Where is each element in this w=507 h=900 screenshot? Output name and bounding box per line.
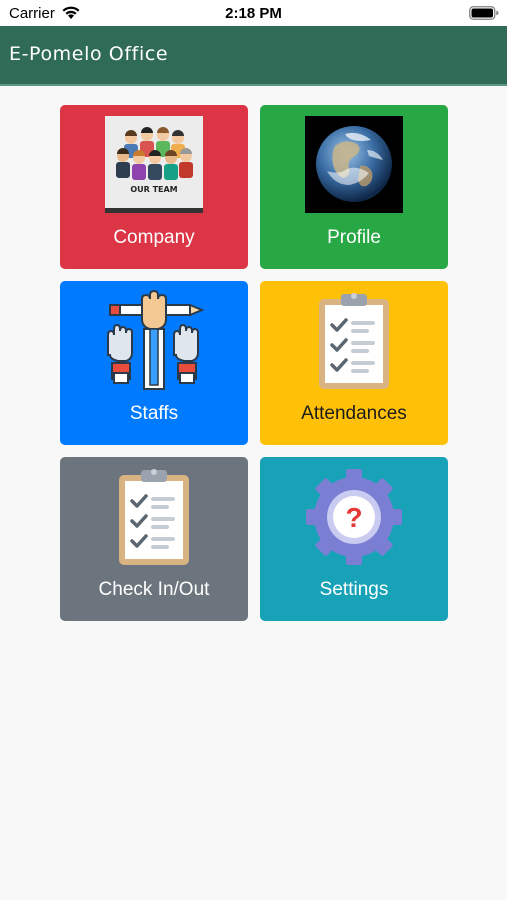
app-bar: E-Pomelo Office <box>0 26 507 86</box>
staffs-tile[interactable]: Staffs <box>60 281 248 445</box>
check-in-out-label: Check In/Out <box>98 579 210 600</box>
profile-tile[interactable]: Profile <box>260 105 448 269</box>
attendances-label: Attendances <box>301 403 407 424</box>
staffs-label: Staffs <box>129 403 179 424</box>
gear-question-icon: ? <box>304 467 404 567</box>
settings-tile[interactable]: ? Settings <box>260 457 448 621</box>
our-team-image: OUR TEAM <box>105 116 203 213</box>
clipboard-checklist-icon <box>317 291 391 391</box>
company-tile[interactable]: OUR TEAM Company <box>60 105 248 269</box>
battery-icon <box>469 6 499 25</box>
profile-label: Profile <box>327 227 381 248</box>
svg-text:?: ? <box>345 502 362 533</box>
status-bar: Carrier 2:18 PM <box>0 0 507 26</box>
attendances-tile[interactable]: Attendances <box>260 281 448 445</box>
our-team-caption: OUR TEAM <box>130 185 178 194</box>
clock: 2:18 PM <box>225 5 282 22</box>
clipboard-checklist-icon <box>117 467 191 567</box>
settings-label: Settings <box>319 579 389 600</box>
app-title: E-Pomelo Office <box>9 43 169 65</box>
earth-image <box>305 116 403 213</box>
check-in-out-tile[interactable]: Check In/Out <box>60 457 248 621</box>
raised-hands-pencil-icon <box>104 289 205 393</box>
company-label: Company <box>113 227 195 248</box>
